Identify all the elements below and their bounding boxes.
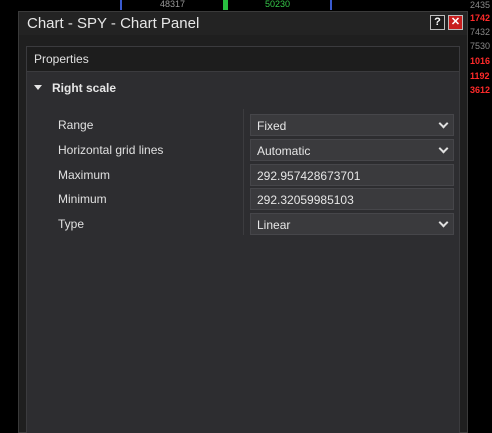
- price-value: 1192: [470, 71, 490, 81]
- chevron-down-icon[interactable]: [438, 217, 449, 228]
- property-label: Horizontal grid lines: [58, 143, 164, 157]
- chevron-down-icon[interactable]: [438, 118, 449, 129]
- close-button[interactable]: ✕: [448, 15, 463, 30]
- range-select[interactable]: Fixed: [250, 114, 454, 136]
- property-label: Range: [58, 118, 94, 132]
- properties-title: Properties: [34, 52, 89, 66]
- maximum-input[interactable]: 292.957428673701: [250, 164, 454, 186]
- price-value: 7530: [470, 41, 491, 51]
- properties-panel: Properties Right scale Range Fixed Horiz…: [26, 46, 460, 433]
- property-row-range: Range Fixed: [27, 114, 459, 137]
- property-label: Type: [58, 217, 85, 231]
- chart-panel-window: Chart - SPY - Chart Panel ? ✕ Properties…: [18, 11, 468, 433]
- collapse-triangle-icon[interactable]: [34, 85, 42, 90]
- property-row-horizontal-grid-lines: Horizontal grid lines Automatic: [27, 139, 459, 162]
- property-label: Minimum: [58, 192, 107, 206]
- green-marker: [223, 0, 228, 10]
- top-strip: 48317 50230: [0, 0, 492, 10]
- chevron-down-icon[interactable]: [438, 143, 449, 154]
- blue-marker-left: [120, 0, 122, 10]
- type-select[interactable]: Linear: [250, 213, 454, 235]
- title-bar[interactable]: Chart - SPY - Chart Panel ? ✕: [19, 12, 467, 35]
- price-value: 1016: [470, 56, 491, 66]
- maximum-value: 292.957428673701: [257, 169, 361, 183]
- price-value: 3612: [470, 85, 491, 95]
- range-value: Fixed: [257, 119, 287, 133]
- property-row-maximum: Maximum 292.957428673701: [27, 164, 459, 187]
- price-value: 1742: [470, 13, 491, 23]
- section-label: Right scale: [52, 81, 117, 95]
- property-label: Maximum: [58, 168, 111, 182]
- minimum-value: 292.32059985103: [257, 193, 354, 207]
- horizontal-grid-lines-select[interactable]: Automatic: [250, 139, 454, 161]
- type-value: Linear: [257, 218, 291, 232]
- property-row-minimum: Minimum 292.32059985103: [27, 188, 459, 211]
- minimum-input[interactable]: 292.32059985103: [250, 188, 454, 210]
- properties-header: Properties: [27, 47, 459, 72]
- top-value-center: 50230: [265, 0, 291, 9]
- property-row-type: Type Linear: [27, 213, 459, 236]
- price-value: 7432: [470, 27, 491, 37]
- horizontal-grid-lines-value: Automatic: [257, 144, 311, 158]
- right-price-column: 2435 1742 7432 7530 1016 1192 3612: [468, 0, 492, 433]
- price-value: 2435: [470, 0, 491, 10]
- help-button[interactable]: ?: [430, 15, 445, 30]
- top-value-left: 48317: [160, 0, 186, 9]
- window-title: Chart - SPY - Chart Panel: [27, 15, 200, 32]
- blue-marker-right: [330, 0, 332, 10]
